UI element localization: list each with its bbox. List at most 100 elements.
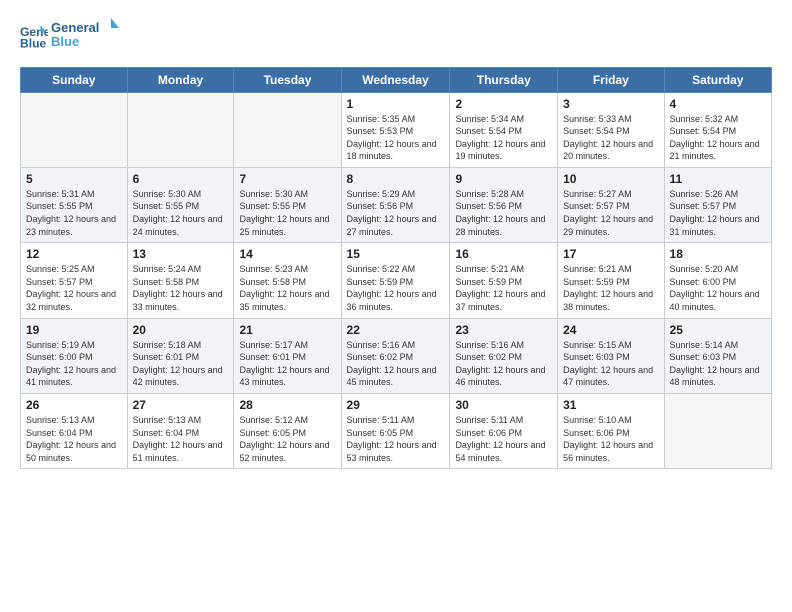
logo: General Blue General Blue (20, 18, 121, 57)
day-info: Sunrise: 5:18 AM Sunset: 6:01 PM Dayligh… (133, 339, 229, 389)
day-number: 16 (455, 247, 552, 261)
day-number: 11 (670, 172, 766, 186)
calendar-cell: 11 Sunrise: 5:26 AM Sunset: 5:57 PM Dayli… (664, 167, 771, 242)
day-number: 14 (239, 247, 335, 261)
day-number: 17 (563, 247, 658, 261)
calendar-cell: 26Sunrise: 5:13 AM Sunset: 6:04 PM Dayli… (21, 394, 128, 469)
day-info: Sunrise: 5:23 AM Sunset: 5:58 PM Dayligh… (239, 263, 335, 313)
calendar-cell (21, 92, 128, 167)
day-number: 2 (455, 97, 552, 111)
calendar-week-row: 19 Sunrise: 5:19 AM Sunset: 6:00 PM Dayli… (21, 318, 772, 393)
logo-icon: General Blue (20, 23, 48, 51)
day-info: Sunrise: 5:32 AM Sunset: 5:54 PM Dayligh… (670, 113, 766, 163)
weekday-thursday: Thursday (450, 67, 558, 92)
day-info: Sunrise: 5:20 AM Sunset: 6:00 PM Dayligh… (670, 263, 766, 313)
day-info: Sunrise: 5:24 AM Sunset: 5:58 PM Dayligh… (133, 263, 229, 313)
day-info: Sunrise: 5:12 AM Sunset: 6:05 PM Dayligh… (239, 414, 335, 464)
day-info: Sunrise: 5:29 AM Sunset: 5:56 PM Dayligh… (347, 188, 445, 238)
header: General Blue General Blue (20, 18, 772, 57)
day-number: 5 (26, 172, 122, 186)
day-info: Sunrise: 5:31 AM Sunset: 5:55 PM Dayligh… (26, 188, 122, 238)
calendar-cell (664, 394, 771, 469)
day-info: Sunrise: 5:10 AM Sunset: 6:06 PM Dayligh… (563, 414, 658, 464)
day-number: 19 (26, 323, 122, 337)
day-info: Sunrise: 5:15 AM Sunset: 6:03 PM Dayligh… (563, 339, 658, 389)
day-info: Sunrise: 5:21 AM Sunset: 5:59 PM Dayligh… (563, 263, 658, 313)
day-info: Sunrise: 5:33 AM Sunset: 5:54 PM Dayligh… (563, 113, 658, 163)
calendar-cell (127, 92, 234, 167)
calendar-cell: 22 Sunrise: 5:16 AM Sunset: 6:02 PM Dayli… (341, 318, 450, 393)
calendar-week-row: 26Sunrise: 5:13 AM Sunset: 6:04 PM Dayli… (21, 394, 772, 469)
calendar-cell: 13 Sunrise: 5:24 AM Sunset: 5:58 PM Dayli… (127, 243, 234, 318)
calendar-cell: 6Sunrise: 5:30 AM Sunset: 5:55 PM Daylig… (127, 167, 234, 242)
calendar-cell: 25Sunrise: 5:14 AM Sunset: 6:03 PM Dayli… (664, 318, 771, 393)
svg-text:Blue: Blue (51, 34, 79, 49)
day-info: Sunrise: 5:11 AM Sunset: 6:06 PM Dayligh… (455, 414, 552, 464)
day-number: 1 (347, 97, 445, 111)
day-info: Sunrise: 5:16 AM Sunset: 6:02 PM Dayligh… (347, 339, 445, 389)
calendar-cell (234, 92, 341, 167)
logo-text: General Blue (51, 18, 121, 57)
day-number: 24 (563, 323, 658, 337)
day-number: 15 (347, 247, 445, 261)
day-number: 13 (133, 247, 229, 261)
calendar-cell: 8 Sunrise: 5:29 AM Sunset: 5:56 PM Daylig… (341, 167, 450, 242)
calendar-cell: 31 Sunrise: 5:10 AM Sunset: 6:06 PM Dayli… (558, 394, 664, 469)
day-number: 18 (670, 247, 766, 261)
weekday-sunday: Sunday (21, 67, 128, 92)
day-info: Sunrise: 5:25 AM Sunset: 5:57 PM Dayligh… (26, 263, 122, 313)
day-number: 22 (347, 323, 445, 337)
calendar-cell: 4 Sunrise: 5:32 AM Sunset: 5:54 PM Daylig… (664, 92, 771, 167)
day-number: 12 (26, 247, 122, 261)
svg-text:General: General (51, 20, 99, 35)
calendar-cell: 12 Sunrise: 5:25 AM Sunset: 5:57 PM Dayli… (21, 243, 128, 318)
calendar-cell: 16 Sunrise: 5:21 AM Sunset: 5:59 PM Dayli… (450, 243, 558, 318)
day-number: 27 (133, 398, 229, 412)
day-info: Sunrise: 5:17 AM Sunset: 6:01 PM Dayligh… (239, 339, 335, 389)
day-number: 4 (670, 97, 766, 111)
day-number: 31 (563, 398, 658, 412)
calendar-cell: 17 Sunrise: 5:21 AM Sunset: 5:59 PM Dayli… (558, 243, 664, 318)
weekday-wednesday: Wednesday (341, 67, 450, 92)
calendar-week-row: 1 Sunrise: 5:35 AM Sunset: 5:53 PM Daylig… (21, 92, 772, 167)
calendar-cell: 5 Sunrise: 5:31 AM Sunset: 5:55 PM Daylig… (21, 167, 128, 242)
day-info: Sunrise: 5:30 AM Sunset: 5:55 PM Dayligh… (133, 188, 229, 238)
day-info: Sunrise: 5:22 AM Sunset: 5:59 PM Dayligh… (347, 263, 445, 313)
day-number: 21 (239, 323, 335, 337)
day-number: 30 (455, 398, 552, 412)
calendar-cell: 3Sunrise: 5:33 AM Sunset: 5:54 PM Daylig… (558, 92, 664, 167)
day-number: 10 (563, 172, 658, 186)
day-number: 20 (133, 323, 229, 337)
weekday-header-row: SundayMondayTuesdayWednesdayThursdayFrid… (21, 67, 772, 92)
day-info: Sunrise: 5:35 AM Sunset: 5:53 PM Dayligh… (347, 113, 445, 163)
weekday-tuesday: Tuesday (234, 67, 341, 92)
calendar-cell: 9Sunrise: 5:28 AM Sunset: 5:56 PM Daylig… (450, 167, 558, 242)
calendar-cell: 2Sunrise: 5:34 AM Sunset: 5:54 PM Daylig… (450, 92, 558, 167)
calendar-cell: 28Sunrise: 5:12 AM Sunset: 6:05 PM Dayli… (234, 394, 341, 469)
day-info: Sunrise: 5:26 AM Sunset: 5:57 PM Dayligh… (670, 188, 766, 238)
day-number: 9 (455, 172, 552, 186)
day-number: 25 (670, 323, 766, 337)
day-number: 8 (347, 172, 445, 186)
page: General Blue General Blue Sunda (0, 0, 792, 612)
day-number: 29 (347, 398, 445, 412)
calendar-cell: 14 Sunrise: 5:23 AM Sunset: 5:58 PM Dayli… (234, 243, 341, 318)
day-info: Sunrise: 5:19 AM Sunset: 6:00 PM Dayligh… (26, 339, 122, 389)
calendar-week-row: 5 Sunrise: 5:31 AM Sunset: 5:55 PM Daylig… (21, 167, 772, 242)
day-info: Sunrise: 5:13 AM Sunset: 6:04 PM Dayligh… (26, 414, 122, 464)
calendar-cell: 30 Sunrise: 5:11 AM Sunset: 6:06 PM Dayli… (450, 394, 558, 469)
calendar-cell: 23 Sunrise: 5:16 AM Sunset: 6:02 PM Dayli… (450, 318, 558, 393)
weekday-friday: Friday (558, 67, 664, 92)
calendar-week-row: 12 Sunrise: 5:25 AM Sunset: 5:57 PM Dayli… (21, 243, 772, 318)
calendar-cell: 10Sunrise: 5:27 AM Sunset: 5:57 PM Dayli… (558, 167, 664, 242)
day-info: Sunrise: 5:30 AM Sunset: 5:55 PM Dayligh… (239, 188, 335, 238)
day-number: 23 (455, 323, 552, 337)
day-info: Sunrise: 5:16 AM Sunset: 6:02 PM Dayligh… (455, 339, 552, 389)
calendar-cell: 20 Sunrise: 5:18 AM Sunset: 6:01 PM Dayli… (127, 318, 234, 393)
svg-text:Blue: Blue (20, 37, 47, 51)
weekday-saturday: Saturday (664, 67, 771, 92)
calendar-cell: 1 Sunrise: 5:35 AM Sunset: 5:53 PM Daylig… (341, 92, 450, 167)
day-info: Sunrise: 5:11 AM Sunset: 6:05 PM Dayligh… (347, 414, 445, 464)
calendar-cell: 21 Sunrise: 5:17 AM Sunset: 6:01 PM Dayli… (234, 318, 341, 393)
day-info: Sunrise: 5:21 AM Sunset: 5:59 PM Dayligh… (455, 263, 552, 313)
